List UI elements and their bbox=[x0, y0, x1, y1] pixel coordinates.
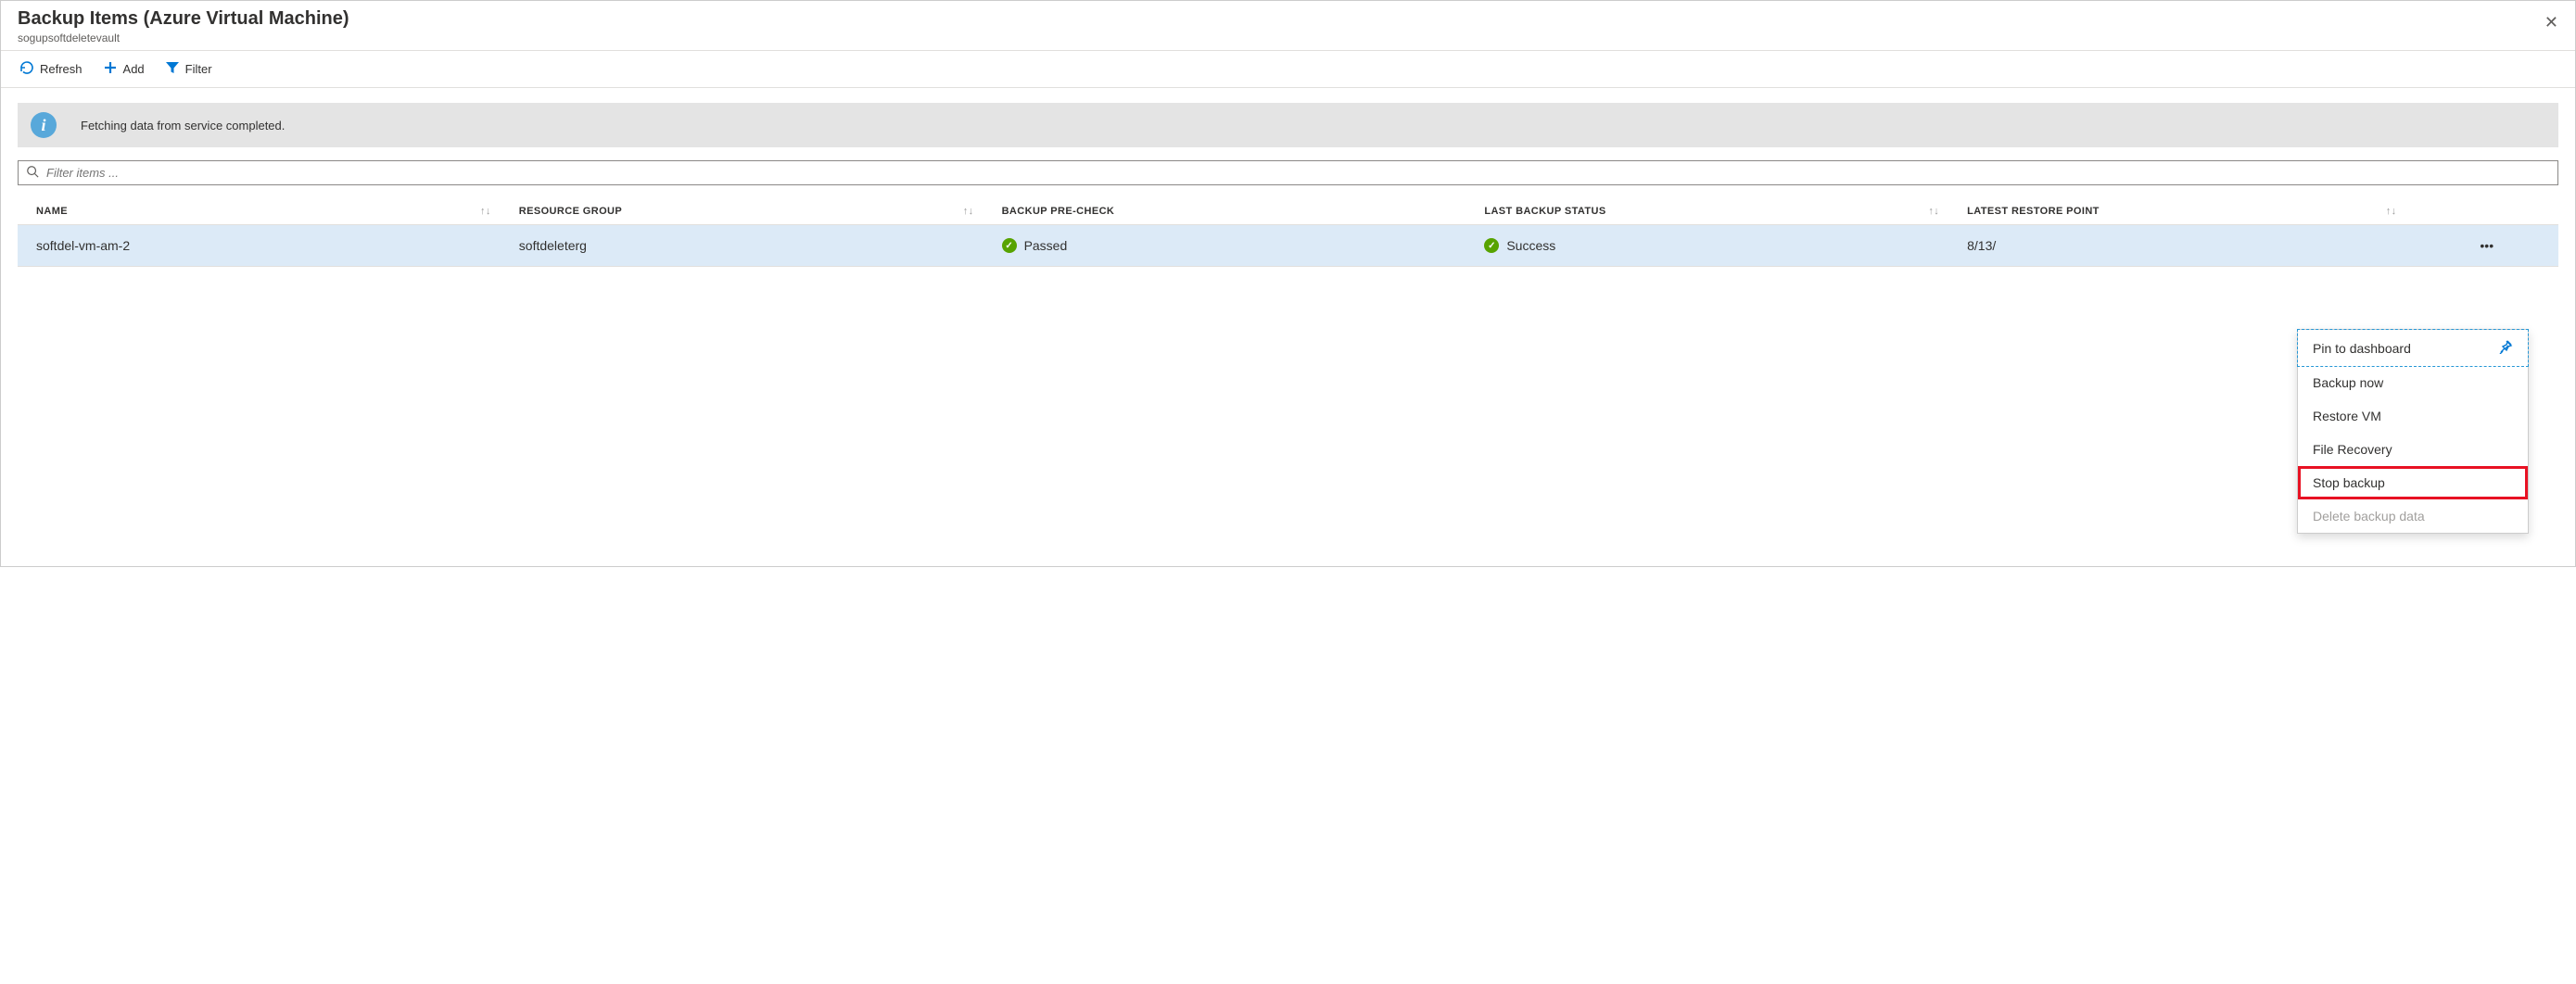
table-row[interactable]: softdel-vm-am-2 softdeleterg ✓ Passed ✓ … bbox=[18, 225, 2558, 267]
blade-container: Backup Items (Azure Virtual Machine) sog… bbox=[0, 0, 2576, 567]
sort-icon: ↑↓ bbox=[963, 206, 974, 217]
menu-file-recovery-label: File Recovery bbox=[2313, 442, 2392, 457]
check-icon: ✓ bbox=[1484, 238, 1499, 253]
refresh-icon bbox=[19, 60, 34, 78]
add-label: Add bbox=[123, 62, 145, 76]
sort-icon: ↑↓ bbox=[2386, 206, 2397, 217]
plus-icon bbox=[103, 60, 118, 78]
col-header-name-label: NAME bbox=[36, 206, 68, 217]
sort-icon: ↑↓ bbox=[480, 206, 491, 217]
col-header-rg-label: RESOURCE GROUP bbox=[519, 206, 622, 217]
search-icon bbox=[26, 165, 44, 181]
cell-resource-group: softdeleterg bbox=[501, 225, 983, 267]
col-header-actions bbox=[2406, 198, 2559, 225]
page-subtitle: sogupsoftdeletevault bbox=[18, 32, 2558, 44]
table-header-row: NAME ↑↓ RESOURCE GROUP ↑↓ BACKUP PRE-CHE… bbox=[18, 198, 2558, 225]
menu-backup-now-label: Backup now bbox=[2313, 375, 2383, 390]
search-input[interactable] bbox=[44, 165, 2550, 181]
col-header-restore-point[interactable]: LATEST RESTORE POINT ↑↓ bbox=[1948, 198, 2405, 225]
menu-stop-backup-label: Stop backup bbox=[2313, 475, 2385, 490]
menu-backup-now[interactable]: Backup now bbox=[2298, 366, 2528, 399]
menu-restore-vm[interactable]: Restore VM bbox=[2298, 399, 2528, 433]
col-header-last-status[interactable]: LAST BACKUP STATUS ↑↓ bbox=[1466, 198, 1948, 225]
cell-name: softdel-vm-am-2 bbox=[18, 225, 501, 267]
row-more-button[interactable]: ••• bbox=[2406, 225, 2559, 267]
menu-pin-label: Pin to dashboard bbox=[2313, 341, 2411, 356]
page-title: Backup Items (Azure Virtual Machine) bbox=[18, 8, 2558, 30]
backup-items-table: NAME ↑↓ RESOURCE GROUP ↑↓ BACKUP PRE-CHE… bbox=[18, 198, 2558, 267]
cell-last-status: ✓ Success bbox=[1466, 225, 1948, 267]
menu-pin-to-dashboard[interactable]: Pin to dashboard bbox=[2297, 329, 2529, 367]
refresh-label: Refresh bbox=[40, 62, 82, 76]
cell-pre-check-label: Passed bbox=[1024, 238, 1068, 253]
refresh-button[interactable]: Refresh bbox=[18, 58, 84, 80]
menu-stop-backup[interactable]: Stop backup bbox=[2298, 466, 2528, 499]
filter-icon bbox=[165, 60, 180, 78]
add-button[interactable]: Add bbox=[101, 58, 146, 80]
cell-last-status-label: Success bbox=[1506, 238, 1555, 253]
col-header-name[interactable]: NAME ↑↓ bbox=[18, 198, 501, 225]
search-box[interactable] bbox=[18, 160, 2558, 185]
info-bar: i Fetching data from service completed. bbox=[18, 103, 2558, 147]
filter-button[interactable]: Filter bbox=[163, 58, 214, 80]
col-header-restore-label: LATEST RESTORE POINT bbox=[1967, 206, 2100, 217]
info-icon: i bbox=[31, 112, 57, 138]
menu-restore-vm-label: Restore VM bbox=[2313, 409, 2381, 423]
filter-label: Filter bbox=[185, 62, 212, 76]
close-button[interactable]: ✕ bbox=[2541, 10, 2562, 34]
col-header-pre-check[interactable]: BACKUP PRE-CHECK bbox=[983, 198, 1466, 225]
sort-icon: ↑↓ bbox=[1928, 206, 1939, 217]
close-icon: ✕ bbox=[2544, 13, 2558, 32]
cell-restore-point: 8/13/ bbox=[1948, 225, 2405, 267]
blade-header: Backup Items (Azure Virtual Machine) sog… bbox=[1, 1, 2575, 51]
info-message: Fetching data from service completed. bbox=[81, 119, 285, 132]
toolbar: Refresh Add Filter bbox=[1, 51, 2575, 88]
more-icon: ••• bbox=[2480, 238, 2494, 253]
check-icon: ✓ bbox=[1002, 238, 1017, 253]
col-header-precheck-label: BACKUP PRE-CHECK bbox=[1002, 206, 1115, 217]
col-header-resource-group[interactable]: RESOURCE GROUP ↑↓ bbox=[501, 198, 983, 225]
cell-pre-check: ✓ Passed bbox=[983, 225, 1466, 267]
menu-delete-backup-data: Delete backup data bbox=[2298, 499, 2528, 533]
col-header-status-label: LAST BACKUP STATUS bbox=[1484, 206, 1605, 217]
menu-delete-backup-label: Delete backup data bbox=[2313, 509, 2425, 524]
menu-file-recovery[interactable]: File Recovery bbox=[2298, 433, 2528, 466]
content-area: i Fetching data from service completed. … bbox=[1, 88, 2575, 282]
context-menu: Pin to dashboard Backup now Restore VM F… bbox=[2297, 329, 2529, 534]
pin-icon bbox=[2498, 339, 2513, 357]
